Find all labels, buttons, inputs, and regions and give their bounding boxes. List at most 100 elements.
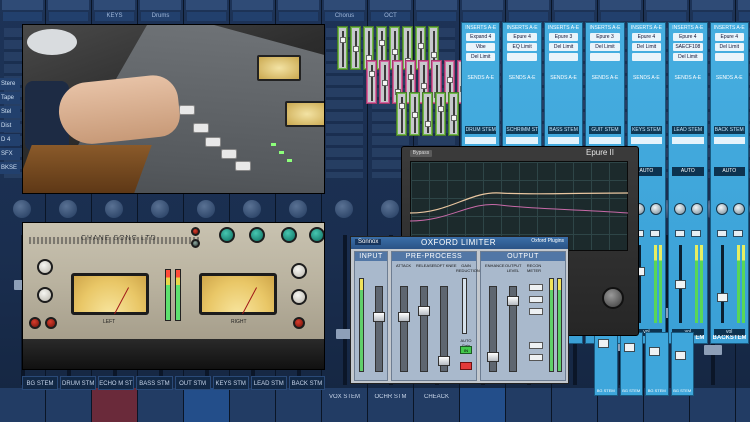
mini-fader-cap[interactable] xyxy=(418,43,424,49)
stub-fader-cap[interactable] xyxy=(623,343,635,352)
mini-fader-cap[interactable] xyxy=(412,112,418,118)
insert-slot[interactable]: Del Limit xyxy=(714,43,744,51)
attack-fader-track xyxy=(400,286,408,372)
insert-slot[interactable]: Epure 4 xyxy=(673,33,703,41)
insert-slot[interactable] xyxy=(714,53,744,61)
io-input-selector[interactable] xyxy=(465,137,497,144)
pan-knob[interactable] xyxy=(243,200,261,218)
mute-button[interactable] xyxy=(649,230,660,237)
io-input-selector[interactable] xyxy=(672,137,704,144)
pan-knob[interactable] xyxy=(335,200,353,218)
insert-slot[interactable] xyxy=(631,53,662,61)
meter-mode-button[interactable] xyxy=(529,284,543,291)
stub-fader-cap[interactable] xyxy=(649,347,660,356)
io-output-selector[interactable]: LEAD STEM xyxy=(672,126,704,134)
io-output-selector[interactable]: KEYS STEM xyxy=(630,126,663,134)
insert-slot[interactable]: SAECF108 xyxy=(673,43,703,51)
mini-fader-cap[interactable] xyxy=(379,40,385,46)
pan-knob[interactable] xyxy=(715,203,728,215)
mini-fader-cap[interactable] xyxy=(382,80,388,86)
dither-button[interactable] xyxy=(529,342,543,349)
pan-knob[interactable] xyxy=(289,200,307,218)
volume-fader-cap[interactable] xyxy=(675,280,687,289)
io-input-selector[interactable] xyxy=(713,137,745,144)
pan-knob[interactable] xyxy=(732,203,745,215)
enhance-fader[interactable] xyxy=(487,352,499,362)
insert-slot[interactable]: Epure 4 xyxy=(507,33,537,41)
solo-button[interactable] xyxy=(675,230,686,237)
red-toggle-button[interactable] xyxy=(460,362,472,370)
dither-button[interactable] xyxy=(529,354,543,361)
automation-mode-button[interactable]: AUTO xyxy=(672,167,704,176)
insert-slot[interactable]: Expand 4 xyxy=(466,33,496,41)
stub-fader-cap[interactable] xyxy=(674,351,686,360)
insert-slot[interactable]: Vibe xyxy=(466,43,496,51)
volume-fader-cap[interactable] xyxy=(716,293,728,302)
insert-slot[interactable]: Del Limit xyxy=(548,43,579,51)
track-name[interactable]: BACKSTEM xyxy=(713,335,746,341)
mute-button[interactable] xyxy=(691,230,702,237)
pan-knob[interactable] xyxy=(674,203,687,215)
mini-fader-cap[interactable] xyxy=(421,83,427,89)
io-output-selector[interactable]: GUIT STEM xyxy=(589,126,621,134)
io-input-selector[interactable] xyxy=(547,137,580,144)
insert-slot[interactable]: Epure 4 xyxy=(631,33,662,41)
mini-fader-cap[interactable] xyxy=(408,74,414,80)
meter-mode-button[interactable] xyxy=(529,308,543,315)
insert-slot[interactable]: Del Limit xyxy=(673,53,703,61)
in-button[interactable]: IN xyxy=(460,346,472,354)
pan-knob[interactable] xyxy=(197,200,215,218)
mini-fader-cap[interactable] xyxy=(399,103,405,109)
stub-track-name: BG STEM xyxy=(622,388,641,393)
io-input-selector[interactable] xyxy=(630,137,663,144)
insert-slot[interactable]: Epure 3 xyxy=(590,33,620,41)
insert-slot[interactable] xyxy=(590,53,620,61)
epure-bypass-button[interactable]: Bypass xyxy=(410,150,432,157)
io-output-selector[interactable]: SCHRIMM STEM xyxy=(506,126,538,134)
eq-output-knob[interactable] xyxy=(602,287,624,309)
insert-slot[interactable]: Epure 4 xyxy=(714,33,744,41)
mini-fader-cap[interactable] xyxy=(340,37,346,43)
mini-fader-cap[interactable] xyxy=(451,115,457,121)
insert-slot[interactable] xyxy=(507,53,537,61)
io-input-selector[interactable] xyxy=(506,137,538,144)
pan-knob[interactable] xyxy=(151,200,169,218)
io-input-selector[interactable] xyxy=(589,137,621,144)
attack-fader[interactable] xyxy=(398,312,410,322)
automation-mode-button[interactable]: AUTO xyxy=(713,167,745,176)
mini-fader-cap[interactable] xyxy=(447,77,453,83)
io-output-selector[interactable]: BACK STEM xyxy=(713,126,745,134)
input-fader[interactable] xyxy=(373,312,385,322)
release-fader[interactable] xyxy=(418,306,430,316)
pan-knob[interactable] xyxy=(649,203,662,215)
mute-button[interactable] xyxy=(732,230,743,237)
output-fader[interactable] xyxy=(507,296,519,306)
soft-knee-fader[interactable] xyxy=(438,356,450,366)
strip-header xyxy=(186,0,227,10)
strip-header xyxy=(370,0,411,10)
solo-button[interactable] xyxy=(716,230,727,237)
mini-fader-cap[interactable] xyxy=(392,49,398,55)
stub-fader-cap[interactable] xyxy=(598,339,609,348)
pan-knob[interactable] xyxy=(691,203,704,215)
insert-slot[interactable] xyxy=(548,53,579,61)
mini-fader-cap[interactable] xyxy=(431,52,437,58)
io-output-selector[interactable]: DRUM STEM xyxy=(465,126,497,134)
insert-slot[interactable]: Del Limit xyxy=(590,43,620,51)
pan-knob[interactable] xyxy=(59,200,77,218)
insert-slot[interactable]: Del Limit xyxy=(631,43,662,51)
mini-fader-cap[interactable] xyxy=(353,46,359,52)
mini-fader-cap[interactable] xyxy=(425,121,431,127)
insert-slot[interactable]: EQ Limit xyxy=(507,43,537,51)
pan-knob[interactable] xyxy=(13,200,31,218)
strip-header xyxy=(600,0,641,10)
fader-cap[interactable] xyxy=(704,345,722,355)
io-output-selector[interactable]: BASS STEM xyxy=(547,126,580,134)
insert-slot[interactable]: Epure 3 xyxy=(548,33,579,41)
pan-knob[interactable] xyxy=(105,200,123,218)
insert-slot[interactable]: Del Limit xyxy=(466,53,496,61)
mini-fader-cap[interactable] xyxy=(438,106,444,112)
mini-fader-cap[interactable] xyxy=(369,71,375,77)
meter-mode-button[interactable] xyxy=(529,296,543,303)
pan-knob[interactable] xyxy=(381,200,399,218)
